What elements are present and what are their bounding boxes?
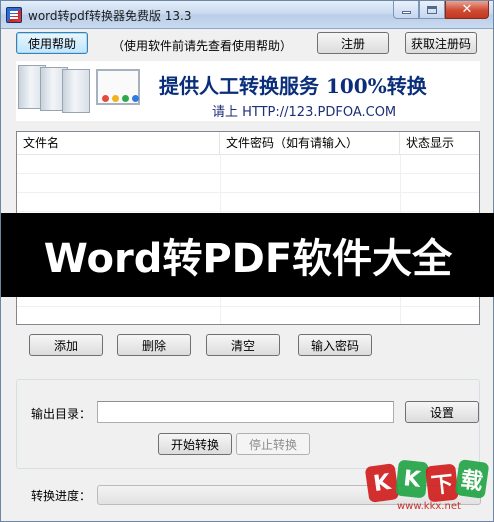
logo-letter: 载 [454, 459, 490, 499]
title-bar[interactable]: word转pdf转换器免费版 13.3 ✕ [1, 1, 493, 29]
get-code-button[interactable]: 获取注册码 [405, 32, 477, 54]
table-row[interactable] [17, 307, 479, 324]
progress-label: 转换进度： [31, 489, 92, 503]
delete-button[interactable]: 删除 [117, 334, 191, 356]
logo-letter: K [364, 463, 400, 503]
table-row[interactable] [17, 193, 479, 212]
minimize-button[interactable] [393, 1, 419, 19]
caption-text: Word转PDF软件大全 [43, 236, 453, 282]
ad-banner[interactable]: 提供人工转换服务 100%转换 请上 HTTP://123.PDFOA.COM [16, 61, 480, 121]
caption-overlay: Word转PDF软件大全 [1, 213, 494, 297]
table-header: 文件名 文件密码（如有请输入） 状态显示 [17, 132, 479, 155]
window-controls: ✕ [393, 1, 489, 19]
logo-url: www.kkx.net [397, 501, 461, 512]
app-icon [6, 7, 22, 23]
minimize-icon [401, 11, 411, 14]
column-password[interactable]: 文件密码（如有请输入） [220, 132, 400, 155]
logo-letter: K [395, 459, 429, 499]
document-panels-icon [16, 61, 151, 121]
help-button[interactable]: 使用帮助 [16, 32, 88, 54]
enter-password-button[interactable]: 输入密码 [298, 334, 372, 356]
register-button[interactable]: 注册 [317, 32, 389, 54]
kk-download-logo: K K 下 载 www.kkx.net [361, 455, 491, 519]
app-window: word转pdf转换器免费版 13.3 ✕ 使用帮助 （使用软件前请先查看使用帮… [0, 0, 494, 522]
close-button[interactable]: ✕ [445, 1, 489, 19]
start-convert-button[interactable]: 开始转换 [158, 433, 232, 455]
table-row[interactable] [17, 155, 479, 174]
logo-letter: 下 [425, 463, 459, 503]
banner-headline: 提供人工转换服务 100%转换 [159, 74, 427, 98]
maximize-icon [427, 5, 437, 14]
output-dir-input[interactable] [97, 401, 394, 423]
column-filename[interactable]: 文件名 [17, 132, 220, 155]
help-hint: （使用软件前请先查看使用帮助） [112, 39, 293, 53]
output-dir-label: 输出目录： [31, 407, 92, 421]
column-status[interactable]: 状态显示 [400, 132, 479, 155]
add-button[interactable]: 添加 [29, 334, 103, 356]
settings-button[interactable]: 设置 [405, 401, 479, 423]
stop-convert-button: 停止转换 [236, 433, 310, 455]
banner-url[interactable]: 请上 HTTP://123.PDFOA.COM [212, 101, 396, 120]
close-icon: ✕ [461, 2, 473, 17]
maximize-button[interactable] [419, 1, 445, 19]
clear-button[interactable]: 清空 [206, 334, 280, 356]
table-row[interactable] [17, 174, 479, 193]
window-title: word转pdf转换器免费版 13.3 [28, 9, 192, 23]
